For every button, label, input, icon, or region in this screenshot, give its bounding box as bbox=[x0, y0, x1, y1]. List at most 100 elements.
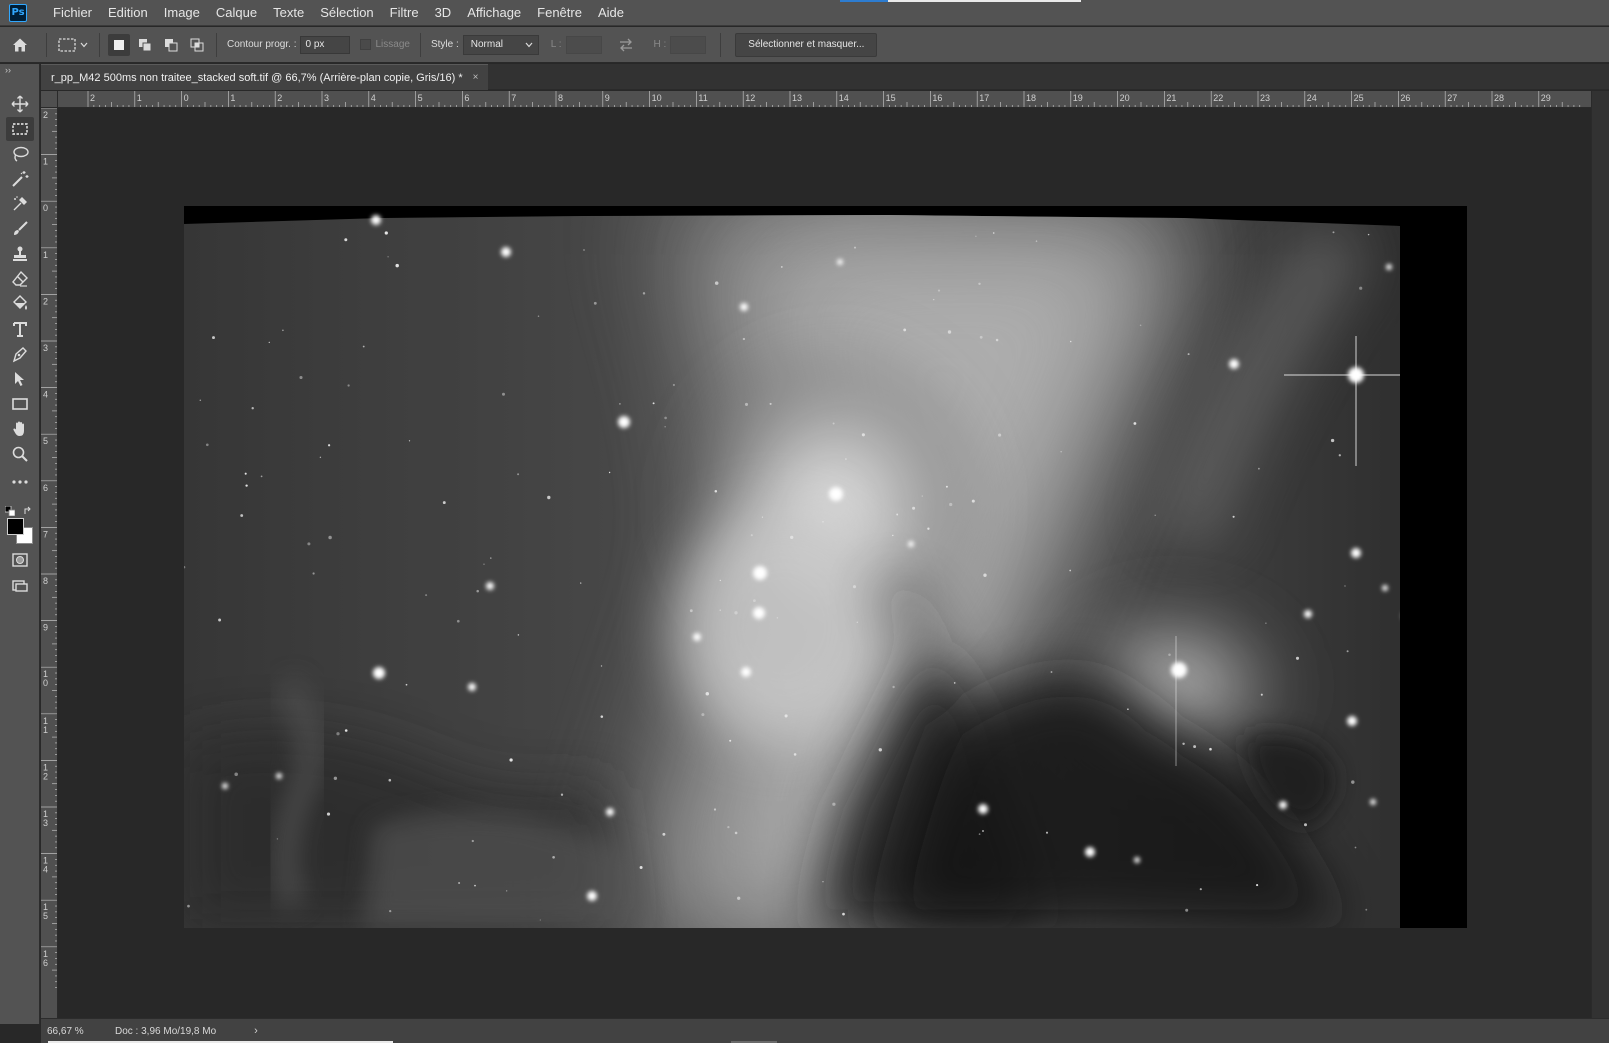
menu-fenetre[interactable]: Fenêtre bbox=[529, 0, 590, 26]
default-colors-icon[interactable] bbox=[5, 506, 15, 516]
star bbox=[1365, 908, 1368, 911]
star bbox=[608, 471, 611, 474]
star bbox=[750, 534, 753, 537]
star bbox=[1330, 438, 1335, 443]
height-input[interactable] bbox=[670, 35, 707, 54]
gradient-bucket-icon bbox=[13, 295, 27, 310]
star bbox=[307, 542, 311, 546]
ruler-label: 29 bbox=[1541, 93, 1551, 103]
add-selection-button[interactable] bbox=[134, 34, 156, 56]
menu-3d[interactable]: 3D bbox=[427, 0, 460, 26]
close-icon[interactable]: × bbox=[473, 72, 479, 83]
feather-input[interactable]: 0 px bbox=[300, 35, 351, 54]
new-selection-button[interactable] bbox=[108, 33, 130, 56]
star bbox=[326, 812, 331, 816]
intersect-selection-button[interactable] bbox=[186, 34, 208, 56]
star bbox=[714, 281, 719, 285]
path-select-tool[interactable] bbox=[6, 367, 34, 391]
star bbox=[892, 534, 894, 537]
document-tab[interactable]: r_pp_M42 500ms non traitee_stacked soft.… bbox=[41, 64, 489, 90]
menu-calque[interactable]: Calque bbox=[208, 0, 265, 26]
star bbox=[1139, 324, 1142, 327]
ruler-label: 10 bbox=[652, 93, 662, 103]
brush-tool[interactable] bbox=[6, 217, 34, 241]
zoom-tool[interactable] bbox=[6, 442, 34, 466]
toolbar-collapse-icon[interactable]: ›› bbox=[0, 64, 39, 76]
ruler-origin[interactable] bbox=[41, 91, 58, 108]
magic-wand-tool[interactable] bbox=[6, 167, 34, 191]
star bbox=[336, 732, 340, 736]
paint-bucket-tool[interactable] bbox=[6, 292, 34, 316]
eyedropper-tool[interactable] bbox=[6, 192, 34, 216]
star bbox=[713, 808, 717, 811]
type-tool[interactable] bbox=[6, 317, 34, 341]
more-tools[interactable] bbox=[6, 470, 34, 494]
antialias-checkbox[interactable] bbox=[360, 39, 372, 50]
document-image[interactable] bbox=[184, 206, 1467, 928]
width-label: L : bbox=[550, 39, 562, 50]
star bbox=[1359, 286, 1363, 290]
width-input[interactable] bbox=[565, 35, 602, 54]
menu-affichage[interactable]: Affichage bbox=[459, 0, 529, 26]
menu-selection[interactable]: Sélection bbox=[312, 0, 381, 26]
star bbox=[425, 594, 428, 597]
ruler-vertical[interactable]: 21012345678910111213141516 bbox=[41, 108, 58, 1018]
star bbox=[689, 609, 693, 613]
star bbox=[486, 582, 494, 590]
star bbox=[1154, 514, 1156, 516]
star bbox=[945, 485, 948, 488]
type-icon bbox=[13, 322, 27, 337]
quick-mask[interactable] bbox=[6, 548, 34, 572]
lasso-tool[interactable] bbox=[6, 142, 34, 166]
star bbox=[1134, 857, 1140, 863]
menu-texte[interactable]: Texte bbox=[265, 0, 312, 26]
eraser-tool[interactable] bbox=[6, 267, 34, 291]
star bbox=[212, 336, 215, 340]
ruler-label: 0 bbox=[43, 678, 48, 688]
status-menu-arrow-icon[interactable]: › bbox=[254, 1025, 258, 1037]
pen-tool[interactable] bbox=[6, 342, 34, 366]
ruler-label: 25 bbox=[1354, 93, 1364, 103]
window-title-accent bbox=[840, 0, 888, 2]
screen-mode[interactable] bbox=[6, 574, 34, 598]
menu-aide[interactable]: Aide bbox=[590, 0, 632, 26]
ruler-label: 22 bbox=[1213, 93, 1223, 103]
star bbox=[672, 383, 675, 387]
canvas-workspace[interactable] bbox=[58, 108, 1591, 1018]
star bbox=[1171, 662, 1187, 678]
menu-edition[interactable]: Edition bbox=[100, 0, 156, 26]
zoom-level-field[interactable]: 66,67 % bbox=[41, 1026, 89, 1037]
star bbox=[982, 830, 984, 832]
select-and-mask-button[interactable]: Sélectionner et masquer... bbox=[735, 32, 878, 57]
menu-image[interactable]: Image bbox=[156, 0, 208, 26]
star bbox=[537, 315, 540, 318]
subtract-selection-button[interactable] bbox=[160, 34, 182, 56]
ruler-label: 4 bbox=[43, 865, 48, 875]
move-tool[interactable] bbox=[6, 92, 34, 116]
menu-fichier[interactable]: Fichier bbox=[45, 0, 100, 26]
star bbox=[822, 880, 824, 883]
star bbox=[384, 231, 388, 235]
foreground-color-swatch[interactable] bbox=[7, 518, 24, 535]
star bbox=[719, 579, 721, 582]
ruler-horizontal[interactable]: 2 1 0 1 2 3 4 5 6 7 8 9 10 11 12 13 14 15 16 17 18 19 20 21 22 23… bbox=[58, 91, 1591, 108]
ellipsis-icon bbox=[12, 480, 28, 484]
marquee-tool[interactable] bbox=[6, 117, 34, 141]
star bbox=[854, 246, 856, 249]
star bbox=[282, 329, 284, 332]
hand-tool[interactable] bbox=[6, 417, 34, 441]
rectangle-tool[interactable] bbox=[6, 392, 34, 416]
swap-dimensions-button[interactable] bbox=[614, 35, 638, 55]
menu-filtre[interactable]: Filtre bbox=[382, 0, 427, 26]
swap-colors-icon[interactable] bbox=[23, 506, 33, 516]
star bbox=[1050, 671, 1053, 673]
home-button[interactable] bbox=[0, 27, 40, 63]
style-select[interactable]: Normal bbox=[462, 34, 539, 55]
star bbox=[344, 238, 348, 242]
star bbox=[705, 691, 710, 696]
star bbox=[405, 683, 408, 686]
star bbox=[896, 513, 899, 516]
tool-preset-picker[interactable] bbox=[53, 32, 93, 58]
ruler-label: 4 bbox=[371, 93, 376, 103]
stamp-tool[interactable] bbox=[6, 242, 34, 266]
